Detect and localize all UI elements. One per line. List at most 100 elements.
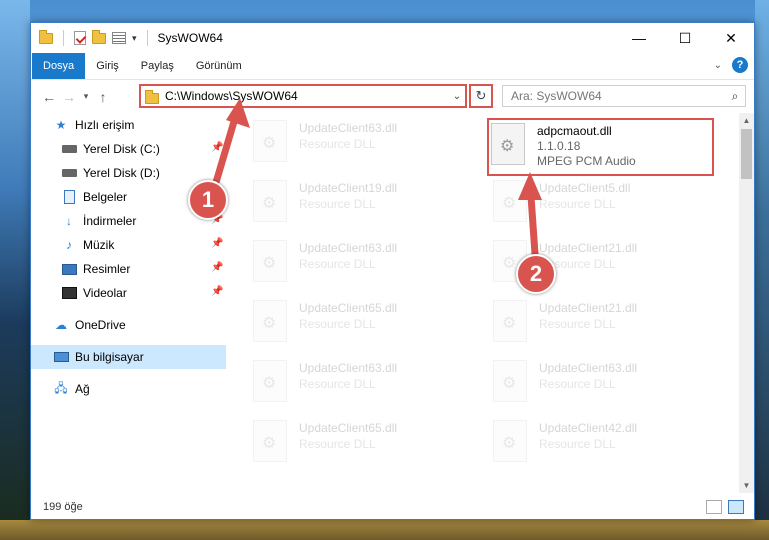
navigation-pane: ★ Hızlı erişim Yerel Disk (C:) 📌 Yerel D… [31, 113, 226, 493]
details-view-icon[interactable] [706, 500, 722, 514]
scrollbar-thumb[interactable] [741, 129, 752, 179]
sidebar-item-local-disk-c[interactable]: Yerel Disk (C:) 📌 [31, 137, 226, 161]
sidebar-item-label: Ağ [75, 382, 90, 396]
close-button[interactable]: ✕ [708, 23, 754, 53]
music-icon: ♪ [66, 238, 72, 252]
drive-icon [61, 142, 77, 156]
sidebar-item-label: Müzik [83, 238, 115, 252]
annotation-badge-2: 2 [516, 254, 556, 294]
file-item[interactable]: UpdateClient21.dllResource DLL [467, 297, 697, 353]
file-version: 1.1.0.18 [537, 139, 581, 153]
item-count: 199 öğe [43, 501, 83, 513]
refresh-icon: ↻ [475, 88, 487, 103]
ribbon-right-controls: ⌄ ? [714, 57, 748, 73]
file-name: UpdateClient5.dll [539, 181, 631, 195]
sidebar-item-label: Yerel Disk (C:) [83, 142, 160, 156]
new-folder-icon[interactable] [92, 29, 106, 44]
dll-file-icon [493, 300, 527, 342]
file-name: UpdateClient42.dll [539, 421, 638, 435]
search-box[interactable]: Ara: SysWOW64 ⌕ [502, 85, 746, 107]
downloads-icon: ↓ [66, 214, 72, 228]
desktop-wallpaper-right [755, 0, 769, 540]
annotation-badge-1: 1 [188, 180, 228, 220]
sidebar-item-pictures[interactable]: Resimler 📌 [31, 257, 226, 281]
pin-icon[interactable]: 📌 [211, 142, 223, 153]
file-name: UpdateClient63.dll [539, 361, 638, 375]
help-icon[interactable]: ? [732, 57, 748, 73]
minimize-button[interactable]: — [616, 23, 662, 53]
file-item[interactable]: UpdateClient63.dll Resource DLL [467, 357, 697, 413]
dll-file-icon [253, 180, 287, 222]
properties-check-icon[interactable] [74, 31, 86, 45]
pin-icon[interactable]: 📌 [211, 238, 223, 249]
tab-dosya[interactable]: Dosya [32, 53, 86, 79]
file-type: Resource DLL [299, 437, 376, 451]
search-input[interactable]: Ara: SysWOW64 [511, 89, 725, 103]
sidebar-item-network[interactable]: 🖧 Ağ [31, 377, 226, 401]
file-item[interactable]: UpdateClient63.dll Resource DLL [227, 357, 457, 413]
forward-arrow-icon[interactable]: → [59, 89, 79, 105]
vertical-scrollbar[interactable]: ▲ ▼ [739, 113, 754, 493]
sidebar-item-videos[interactable]: Videolar 📌 [31, 281, 226, 305]
dll-file-icon [253, 240, 287, 282]
file-item[interactable]: UpdateClient5.dll Resource DLL [467, 177, 697, 233]
file-item[interactable]: UpdateClient65.dll Resource DLL [227, 297, 457, 353]
file-type: Resource DLL [299, 377, 376, 391]
file-item[interactable]: UpdateClient63.dll Resource DLL [227, 237, 457, 293]
expand-ribbon-chevron-icon[interactable]: ⌄ [714, 60, 722, 71]
file-type: Resource DLL [299, 257, 376, 271]
tiles-view-icon[interactable] [728, 500, 744, 514]
file-item[interactable]: UpdateClient19.dll Resource DLL [227, 177, 457, 233]
file-name: UpdateClient63.dll [299, 241, 398, 255]
address-bar[interactable]: C:\Windows\SysWOW64 ⌄ [139, 84, 467, 108]
dll-file-icon [493, 180, 527, 222]
file-type: Resource DLL [539, 377, 616, 391]
file-description: MPEG PCM Audio [537, 154, 636, 168]
sidebar-item-label: OneDrive [75, 318, 126, 332]
tab-giris[interactable]: Giriş [85, 53, 130, 79]
file-type: Resource DLL [299, 137, 376, 151]
view-switcher [706, 500, 744, 514]
maximize-button[interactable]: ☐ [662, 23, 708, 53]
quick-access-toolbar: ▾ [39, 29, 152, 46]
pin-icon[interactable]: 📌 [211, 262, 223, 273]
address-path[interactable]: C:\Windows\SysWOW64 [165, 89, 449, 103]
sidebar-item-this-pc[interactable]: Bu bilgisayar [31, 345, 226, 369]
dll-file-icon [253, 420, 287, 462]
refresh-button[interactable]: ↻ [469, 84, 493, 108]
file-item[interactable]: UpdateClient21.dllResource DLL [467, 237, 697, 293]
file-explorer-window: ▾ SysWOW64 — ☐ ✕ Dosya Giriş Paylaş Görü… [30, 22, 755, 520]
file-name: UpdateClient21.dll [539, 301, 638, 315]
videos-icon [61, 286, 77, 300]
sidebar-item-quick-access[interactable]: ★ Hızlı erişim [31, 113, 226, 137]
scroll-up-arrow-icon[interactable]: ▲ [739, 113, 754, 128]
tab-gorunum[interactable]: Görünüm [185, 53, 253, 79]
navigation-bar: ← → ▾ ↑ C:\Windows\SysWOW64 ⌄ ↻ Ara: Sys… [31, 79, 754, 113]
file-item[interactable]: UpdateClient65.dll Resource DLL [227, 417, 457, 473]
pin-icon[interactable]: 📌 [211, 286, 223, 297]
drive-icon [61, 166, 77, 180]
customize-toolbar-chevron-icon[interactable]: ▾ [132, 33, 137, 44]
up-arrow-icon[interactable]: ↑ [93, 89, 113, 105]
back-arrow-icon[interactable]: ← [39, 89, 59, 105]
sidebar-item-music[interactable]: ♪ Müzik 📌 [31, 233, 226, 257]
file-item[interactable]: UpdateClient63.dll Resource DLL [227, 117, 457, 173]
search-icon[interactable]: ⌕ [725, 89, 745, 104]
file-type: Resource DLL [539, 197, 616, 211]
tab-paylas[interactable]: Paylaş [130, 53, 185, 79]
address-dropdown-chevron-icon[interactable]: ⌄ [449, 91, 465, 102]
sidebar-item-onedrive[interactable]: ☁ OneDrive [31, 313, 226, 337]
scroll-down-arrow-icon[interactable]: ▼ [739, 478, 754, 493]
documents-icon [61, 190, 77, 204]
file-item-adpcmaout-highlighted[interactable]: adpcmaout.dll 1.1.0.18 MPEG PCM Audio [487, 118, 714, 176]
recent-locations-chevron-icon[interactable]: ▾ [79, 91, 93, 102]
title-bar: ▾ SysWOW64 — ☐ ✕ [31, 23, 754, 53]
file-name: UpdateClient63.dll [299, 121, 398, 135]
cloud-icon: ☁ [55, 318, 67, 332]
sidebar-item-local-disk-d[interactable]: Yerel Disk (D:) [31, 161, 226, 185]
properties-icon[interactable] [112, 32, 126, 44]
sidebar-item-label: Videolar [83, 286, 127, 300]
file-item[interactable]: UpdateClient42.dll Resource DLL [467, 417, 697, 473]
sidebar-item-label: Bu bilgisayar [75, 350, 144, 364]
window-title: SysWOW64 [157, 31, 223, 45]
